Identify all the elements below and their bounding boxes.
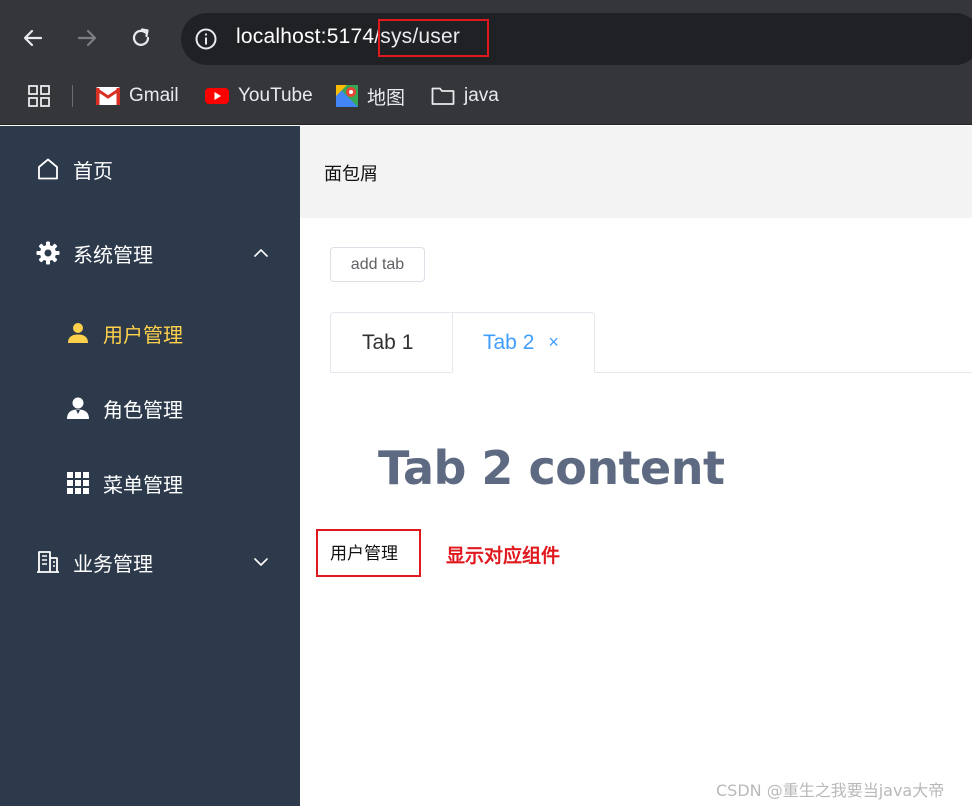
home-icon	[36, 157, 60, 181]
apps-button[interactable]	[28, 84, 50, 108]
sidebar-item-system[interactable]: 系统管理	[0, 223, 300, 283]
tab-label: Tab 1	[362, 330, 414, 354]
sidebar-item-label: 业务管理	[73, 551, 153, 576]
reload-icon	[132, 28, 150, 46]
tab-2[interactable]: Tab 2 ×	[452, 312, 595, 373]
sidebar-item-business[interactable]: 业务管理	[0, 532, 300, 592]
url-path-highlight-box	[378, 19, 489, 57]
sidebar: 首页 系统管理 用户管理 角色管理 菜单管理 业务管理	[0, 126, 300, 806]
bookmark-maps[interactable]: 地图	[336, 84, 406, 109]
watermark: CSDN @重生之我要当java大帝	[716, 781, 945, 800]
add-tab-button[interactable]: add tab	[330, 247, 425, 282]
tab-label: Tab 2	[483, 330, 535, 354]
folder-icon	[431, 87, 455, 105]
reload-button[interactable]	[125, 22, 157, 54]
bookmark-java-label: java	[464, 85, 499, 106]
sidebar-item-label: 菜单管理	[103, 472, 183, 497]
sidebar-item-label: 系统管理	[73, 242, 153, 267]
bookmark-gmail[interactable]: Gmail	[96, 84, 179, 108]
breadcrumb: 面包屑	[324, 164, 378, 185]
close-icon[interactable]: ×	[548, 332, 559, 353]
building-icon	[36, 550, 60, 574]
sidebar-item-label: 角色管理	[103, 397, 183, 422]
gmail-icon	[96, 87, 120, 105]
sidebar-item-label: 首页	[73, 158, 113, 183]
bookmark-folder-java[interactable]: java	[431, 84, 499, 108]
annotation-text: 显示对应组件	[446, 545, 561, 567]
apps-grid-icon	[28, 85, 50, 107]
url-host: localhost:5174	[236, 25, 375, 48]
arrow-right-icon	[77, 29, 97, 47]
forward-button[interactable]	[71, 22, 103, 54]
bookmark-youtube-label: YouTube	[238, 85, 313, 106]
bookmark-youtube[interactable]: YouTube	[205, 84, 313, 108]
sidebar-item-role-management[interactable]: 角色管理	[0, 378, 300, 438]
sidebar-item-home[interactable]: 首页	[0, 139, 300, 199]
bookmark-separator	[72, 85, 73, 107]
component-text: 用户管理	[330, 544, 398, 564]
gear-icon	[36, 241, 60, 265]
user-icon	[66, 321, 90, 345]
info-icon[interactable]	[194, 27, 218, 51]
tab-content-heading: Tab 2 content	[378, 441, 725, 495]
chevron-up-icon	[254, 249, 268, 257]
chevron-down-icon	[254, 558, 268, 566]
page-header	[300, 126, 972, 218]
sidebar-item-menu-management[interactable]: 菜单管理	[0, 453, 300, 513]
tab-1[interactable]: Tab 1	[330, 312, 453, 373]
sidebar-item-label: 用户管理	[103, 322, 183, 347]
maps-icon	[336, 85, 358, 107]
bookmark-gmail-label: Gmail	[129, 85, 179, 106]
arrow-left-icon	[23, 29, 43, 47]
person-icon	[66, 396, 90, 420]
sidebar-item-user-management[interactable]: 用户管理	[0, 303, 300, 363]
grid-icon	[66, 471, 90, 495]
youtube-icon	[205, 88, 229, 104]
back-button[interactable]	[17, 22, 49, 54]
bookmark-maps-label: 地图	[367, 87, 406, 109]
